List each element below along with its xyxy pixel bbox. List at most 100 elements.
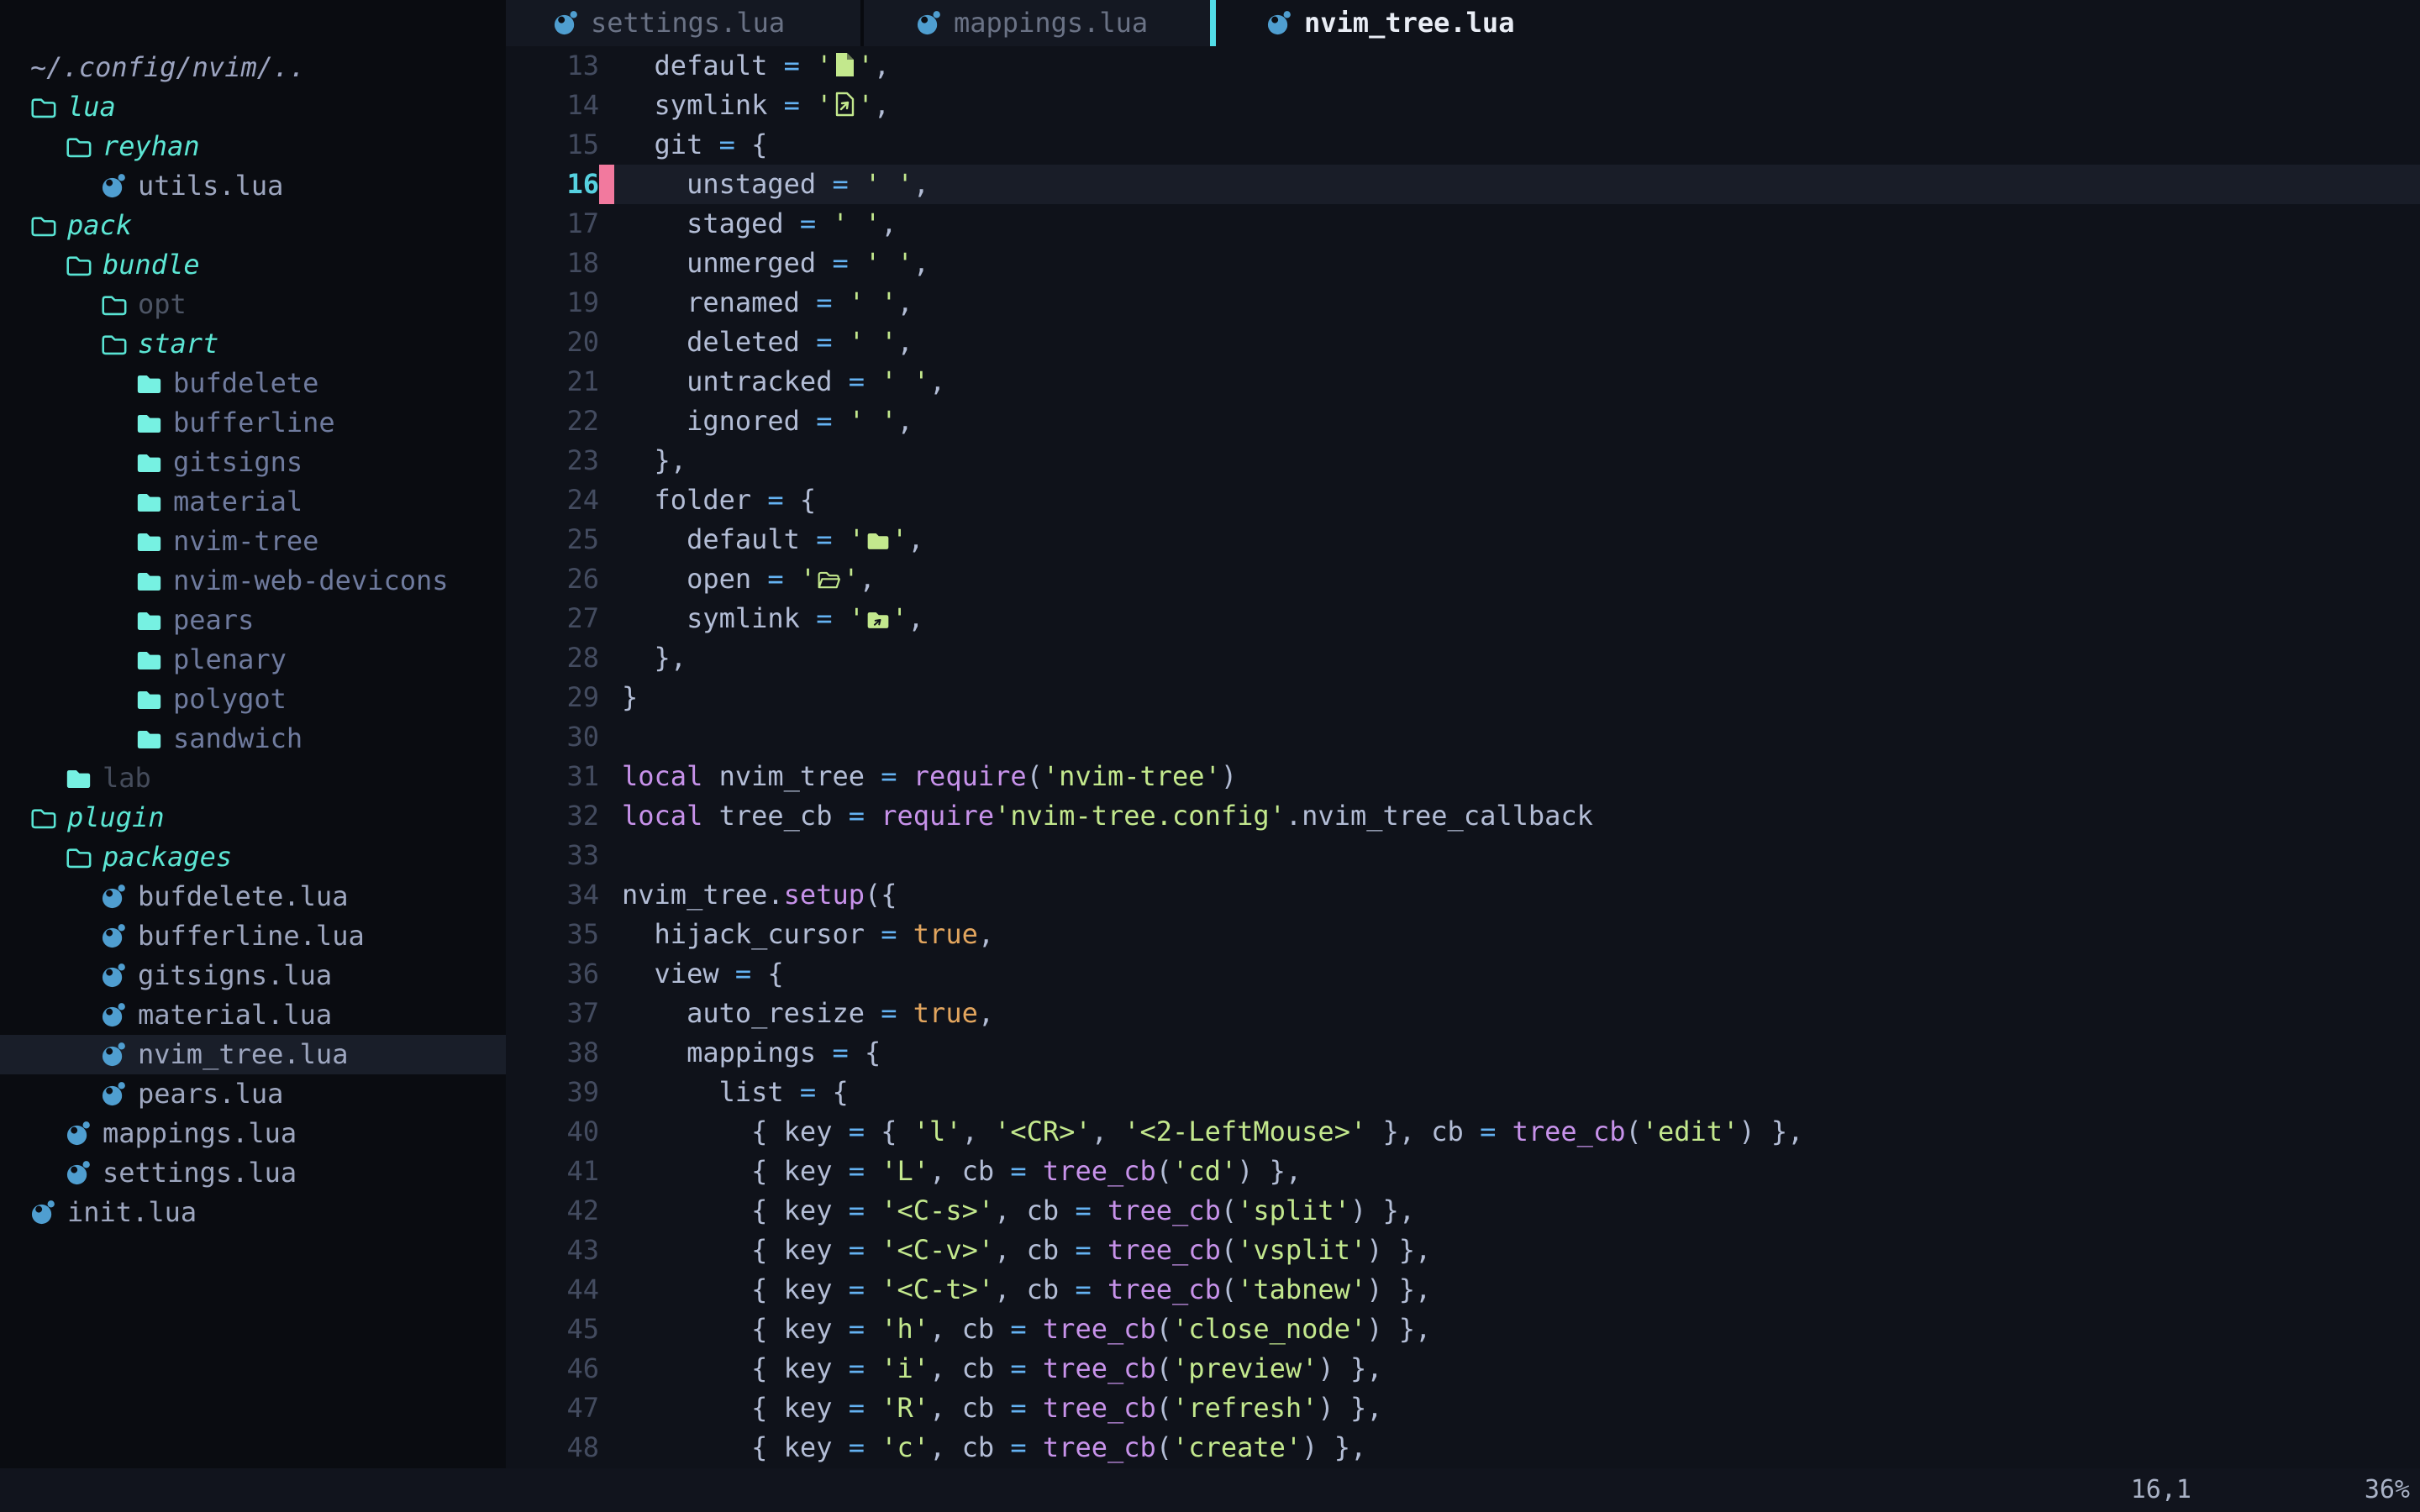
code-line-35[interactable]: 35 hijack_cursor = true, [506, 915, 2420, 954]
code-line-26[interactable]: 26 open = '', [506, 559, 2420, 599]
code-line-body: default = '', [599, 46, 2420, 86]
code-text: { key = 'L', cb = tree_cb('cd') }, [614, 1152, 1302, 1191]
code-line-43[interactable]: 43 { key = '<C-v>', cb = tree_cb('vsplit… [506, 1231, 2420, 1270]
code-line-body: { key = 'R', cb = tree_cb('refresh') }, [599, 1389, 2420, 1428]
tree-item-bufdelete-lua[interactable]: bufdelete.lua [0, 877, 506, 916]
code-line-47[interactable]: 47 { key = 'R', cb = tree_cb('refresh') … [506, 1389, 2420, 1428]
tree-item-pears-lua[interactable]: pears.lua [0, 1074, 506, 1114]
tree-item-gitsigns-lua[interactable]: gitsigns.lua [0, 956, 506, 995]
tree-item-bufferline[interactable]: bufferline [0, 403, 506, 443]
tree-item-nvim-web-devicons[interactable]: nvim-web-devicons [0, 561, 506, 601]
code-line-20[interactable]: 20 deleted = ' ', [506, 323, 2420, 362]
code-line-29[interactable]: 29} [506, 678, 2420, 717]
code-line-32[interactable]: 32local tree_cb = require'nvim-tree.conf… [506, 796, 2420, 836]
tree-root-path[interactable]: ~/.config/nvim/.. [0, 48, 506, 87]
code-line-42[interactable]: 42 { key = '<C-s>', cb = tree_cb('split'… [506, 1191, 2420, 1231]
folder-filled-icon [136, 530, 173, 554]
sign-column [599, 520, 614, 559]
code-line-37[interactable]: 37 auto_resize = true, [506, 994, 2420, 1033]
code-line-14[interactable]: 14 symlink = '', [506, 86, 2420, 125]
code-line-41[interactable]: 41 { key = 'L', cb = tree_cb('cd') }, [506, 1152, 2420, 1191]
tree-item-settings-lua[interactable]: settings.lua [0, 1153, 506, 1193]
code-line-30[interactable]: 30 [506, 717, 2420, 757]
code-line-40[interactable]: 40 { key = { 'l', '<CR>', '<2-LeftMouse>… [506, 1112, 2420, 1152]
code-line-18[interactable]: 18 unmerged = ' ', [506, 244, 2420, 283]
tree-item-plenary[interactable]: plenary [0, 640, 506, 680]
code-line-34[interactable]: 34nvim_tree.setup({ [506, 875, 2420, 915]
tree-item-label: init.lua [67, 1193, 197, 1232]
code-line-25[interactable]: 25 default = '', [506, 520, 2420, 559]
lua-icon [101, 1002, 138, 1028]
tree-item-nvim-tree[interactable]: nvim-tree [0, 522, 506, 561]
code-text: unstaged = ' ', [614, 165, 929, 204]
code-line-39[interactable]: 39 list = { [506, 1073, 2420, 1112]
tree-item-start[interactable]: start [0, 324, 506, 364]
tree-item-material-lua[interactable]: material.lua [0, 995, 506, 1035]
code-line-31[interactable]: 31local nvim_tree = require('nvim-tree') [506, 757, 2420, 796]
tree-item-pack[interactable]: pack [0, 206, 506, 245]
code-line-24[interactable]: 24 folder = { [506, 480, 2420, 520]
lua-icon [101, 963, 138, 989]
code-line-23[interactable]: 23 }, [506, 441, 2420, 480]
tab-nvim-tree[interactable]: nvim_tree.lua [1216, 0, 1590, 46]
tree-item-opt[interactable]: opt [0, 285, 506, 324]
tree-item-label: settings.lua [103, 1153, 297, 1193]
code-line-28[interactable]: 28 }, [506, 638, 2420, 678]
lua-icon [66, 1121, 103, 1147]
code-line-15[interactable]: 15 git = { [506, 125, 2420, 165]
tree-item-sandwich[interactable]: sandwich [0, 719, 506, 759]
tree-item-mappings-lua[interactable]: mappings.lua [0, 1114, 506, 1153]
tree-item-nvim-tree-lua[interactable]: nvim_tree.lua [0, 1035, 506, 1074]
code-line-19[interactable]: 19 renamed = ' ', [506, 283, 2420, 323]
sign-column [599, 638, 614, 678]
sign-column [599, 1033, 614, 1073]
tree-item-pears[interactable]: pears [0, 601, 506, 640]
lua-icon [1266, 10, 1304, 36]
code-line-17[interactable]: 17 staged = ' ', [506, 204, 2420, 244]
code-line-36[interactable]: 36 view = { [506, 954, 2420, 994]
tree-item-label: nvim-web-devicons [173, 561, 449, 601]
code-line-21[interactable]: 21 untracked = ' ', [506, 362, 2420, 402]
git-change-sign [599, 165, 614, 204]
tree-item-bufdelete[interactable]: bufdelete [0, 364, 506, 403]
code-line-48[interactable]: 48 { key = 'c', cb = tree_cb('create') }… [506, 1428, 2420, 1467]
code-line-22[interactable]: 22 ignored = ' ', [506, 402, 2420, 441]
tree-item-plugin[interactable]: plugin [0, 798, 506, 837]
sign-column [599, 1270, 614, 1310]
code-text: unmerged = ' ', [614, 244, 929, 283]
tab-mappings[interactable]: mappings.lua [864, 0, 1210, 46]
tree-item-reyhan[interactable]: reyhan [0, 127, 506, 166]
sign-column [599, 1112, 614, 1152]
code-text [614, 836, 622, 875]
code-line-44[interactable]: 44 { key = '<C-t>', cb = tree_cb('tabnew… [506, 1270, 2420, 1310]
tree-item-polygot[interactable]: polygot [0, 680, 506, 719]
code-editor[interactable]: 13 default = '',14 symlink = '',15 git =… [506, 46, 2420, 1468]
tree-item-packages[interactable]: packages [0, 837, 506, 877]
tree-item-init-lua[interactable]: init.lua [0, 1193, 506, 1232]
statusline: 16,1 36% [0, 1468, 2420, 1512]
tree-item-bundle[interactable]: bundle [0, 245, 506, 285]
tab-settings[interactable]: settings.lua [506, 0, 860, 46]
tree-item-label: packages [103, 837, 232, 877]
tree-item-gitsigns[interactable]: gitsigns [0, 443, 506, 482]
code-text: local nvim_tree = require('nvim-tree') [614, 757, 1237, 796]
tree-item-utils-lua[interactable]: utils.lua [0, 166, 506, 206]
tree-item-material[interactable]: material [0, 482, 506, 522]
lua-icon [101, 884, 138, 910]
code-line-33[interactable]: 33 [506, 836, 2420, 875]
code-line-13[interactable]: 13 default = '', [506, 46, 2420, 86]
code-text: nvim_tree.setup({ [614, 875, 897, 915]
code-line-27[interactable]: 27 symlink = '', [506, 599, 2420, 638]
code-line-38[interactable]: 38 mappings = { [506, 1033, 2420, 1073]
code-line-body: default = '', [599, 520, 2420, 559]
line-number: 23 [506, 441, 599, 480]
tree-item-lua[interactable]: lua [0, 87, 506, 127]
tree-item-lab[interactable]: lab [0, 759, 506, 798]
code-line-45[interactable]: 45 { key = 'h', cb = tree_cb('close_node… [506, 1310, 2420, 1349]
folder-filled-icon [136, 372, 173, 396]
code-line-46[interactable]: 46 { key = 'i', cb = tree_cb('preview') … [506, 1349, 2420, 1389]
code-line-16[interactable]: 16 unstaged = ' ', [506, 165, 2420, 204]
tree-item-bufferline-lua[interactable]: bufferline.lua [0, 916, 506, 956]
code-line-body: symlink = '', [599, 86, 2420, 125]
folder-filled-icon [136, 688, 173, 711]
